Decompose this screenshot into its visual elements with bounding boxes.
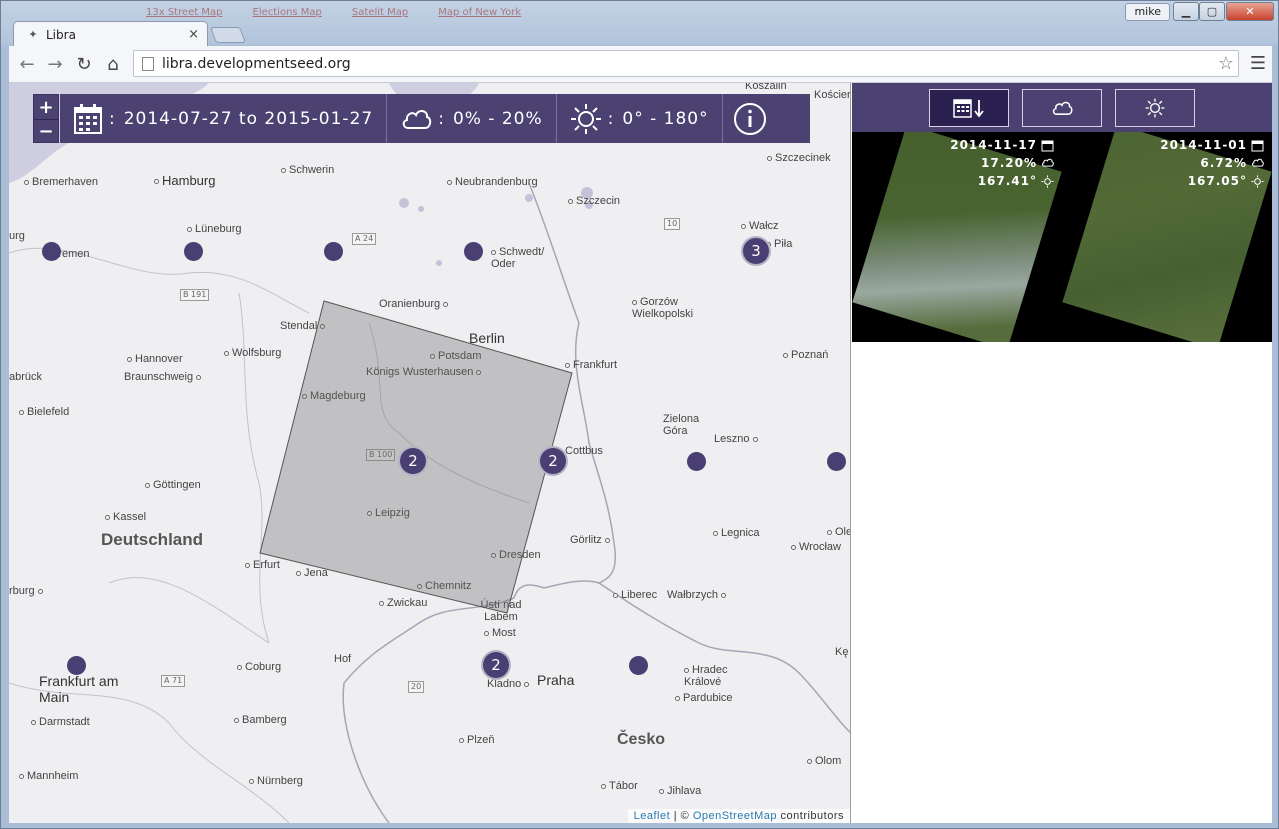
- page-icon: [142, 56, 154, 71]
- close-window-button[interactable]: ✕: [1226, 2, 1274, 21]
- sort-by-cloud-button[interactable]: [1022, 88, 1102, 127]
- scene-cluster[interactable]: 2: [398, 446, 428, 476]
- cloud-icon: [400, 106, 432, 132]
- filter-separator: :: [438, 108, 445, 129]
- tab-title: Libra: [46, 27, 76, 42]
- home-icon[interactable]: ⌂: [101, 53, 125, 75]
- address-bar[interactable]: libra.developmentseed.org ☆: [133, 50, 1239, 77]
- sort-by-sun-button[interactable]: [1115, 88, 1195, 127]
- scene-cluster[interactable]: 3: [741, 236, 771, 266]
- sun-filter[interactable]: : 0° - 180°: [557, 94, 723, 143]
- calendar-icon: [1041, 139, 1054, 152]
- sun-range-value: 0° - 180°: [622, 108, 709, 129]
- scene-cluster[interactable]: 2: [481, 650, 511, 680]
- scene-meta: 2014-11-17 17.20% 167.41°: [950, 136, 1054, 190]
- cloud-icon: [1041, 157, 1054, 170]
- sun-icon: [570, 103, 602, 135]
- scene-marker[interactable]: [687, 452, 706, 471]
- scene-date: 2014-11-17: [950, 138, 1037, 152]
- map-attribution: Leaflet | © OpenStreetMap contributors: [627, 809, 850, 823]
- scene-marker[interactable]: [629, 656, 648, 675]
- minimize-button[interactable]: ▁: [1173, 2, 1199, 21]
- calendar-sort-icon: [953, 98, 984, 118]
- cloud-range-value: 0% - 20%: [452, 108, 543, 129]
- scene-sun: 167.41°: [977, 174, 1037, 188]
- scene-marker[interactable]: [184, 242, 203, 261]
- scene-thumbnail[interactable]: 2014-11-01 6.72% 167.05°: [1062, 132, 1272, 342]
- menu-hamburger-icon[interactable]: ☰: [1250, 53, 1266, 74]
- ghost-tab: Satelit Map: [351, 7, 409, 18]
- scene-footprint[interactable]: [9, 83, 851, 823]
- date-range-value: 2014-07-27 to 2015-01-27: [123, 108, 374, 129]
- bookmark-star-icon[interactable]: ☆: [1218, 53, 1234, 74]
- back-arrow-icon[interactable]: ←: [15, 53, 39, 75]
- close-tab-icon[interactable]: ×: [188, 27, 199, 42]
- satellite-favicon-icon: ✦: [28, 28, 38, 41]
- ghost-tab: Map of New York: [438, 7, 522, 18]
- cloud-filter[interactable]: : 0% - 20%: [387, 94, 557, 143]
- results-panel: 2014-11-17 17.20% 167.41° 2014-11-01 6.7…: [852, 83, 1272, 823]
- scene-cluster[interactable]: 2: [538, 446, 568, 476]
- zoom-in-button[interactable]: +: [34, 95, 58, 119]
- zoom-out-button[interactable]: −: [34, 119, 58, 143]
- browser-toolbar: ← → ↻ ⌂ libra.developmentseed.org ☆ ☰: [9, 46, 1272, 83]
- forward-arrow-icon[interactable]: →: [43, 53, 67, 75]
- scene-marker[interactable]: [464, 242, 483, 261]
- scene-marker[interactable]: [67, 656, 86, 675]
- reload-icon[interactable]: ↻: [72, 53, 96, 75]
- map[interactable]: Bremerhaven Hamburg Schwerin Neubrandenb…: [9, 83, 851, 823]
- maximize-button[interactable]: ▢: [1199, 2, 1225, 21]
- date-filter[interactable]: : 2014-07-27 to 2015-01-27: [60, 94, 388, 143]
- ghost-tab: Elections Map: [252, 7, 322, 18]
- tab-libra[interactable]: ✦ Libra ×: [13, 21, 208, 47]
- info-icon: [733, 102, 767, 136]
- tab-strip: 13x Street Map Elections Map Satelit Map…: [1, 1, 1278, 47]
- scene-marker[interactable]: [324, 242, 343, 261]
- scene-meta: 2014-11-01 6.72% 167.05°: [1160, 136, 1264, 190]
- scene-marker[interactable]: [42, 242, 61, 261]
- sun-icon: [1251, 174, 1264, 188]
- scene-date: 2014-11-01: [1160, 138, 1247, 152]
- scene-marker[interactable]: [827, 452, 846, 471]
- scene-cloud: 6.72%: [1200, 156, 1247, 170]
- calendar-icon: [73, 103, 103, 135]
- osm-link[interactable]: OpenStreetMap: [693, 810, 777, 822]
- scene-thumbnail[interactable]: 2014-11-17 17.20% 167.41°: [852, 132, 1062, 342]
- info-button[interactable]: [723, 94, 777, 143]
- sun-icon: [1041, 174, 1054, 188]
- calendar-icon: [1251, 139, 1264, 152]
- browser-window: 13x Street Map Elections Map Satelit Map…: [0, 0, 1279, 829]
- filter-separator: :: [109, 108, 116, 129]
- page-content: Bremerhaven Hamburg Schwerin Neubrandenb…: [9, 83, 1272, 823]
- sun-sort-icon: [1145, 98, 1165, 117]
- cloud-sort-icon: [1052, 101, 1073, 115]
- filter-separator: :: [607, 108, 615, 129]
- profile-button[interactable]: mike: [1125, 3, 1170, 21]
- cloud-icon: [1251, 157, 1264, 170]
- scene-cloud: 17.20%: [981, 156, 1037, 170]
- url-text: libra.developmentseed.org: [162, 55, 351, 72]
- scene-sun: 167.05°: [1187, 174, 1247, 188]
- sort-by-date-button[interactable]: [929, 88, 1009, 127]
- zoom-control: + −: [33, 94, 59, 143]
- sort-toolbar: [852, 83, 1272, 132]
- scene-results: 2014-11-17 17.20% 167.41° 2014-11-01 6.7…: [852, 132, 1272, 342]
- new-tab-button[interactable]: [210, 27, 246, 43]
- leaflet-link[interactable]: Leaflet: [634, 810, 671, 822]
- filter-bar: : 2014-07-27 to 2015-01-27 : 0% - 20% : …: [60, 94, 810, 143]
